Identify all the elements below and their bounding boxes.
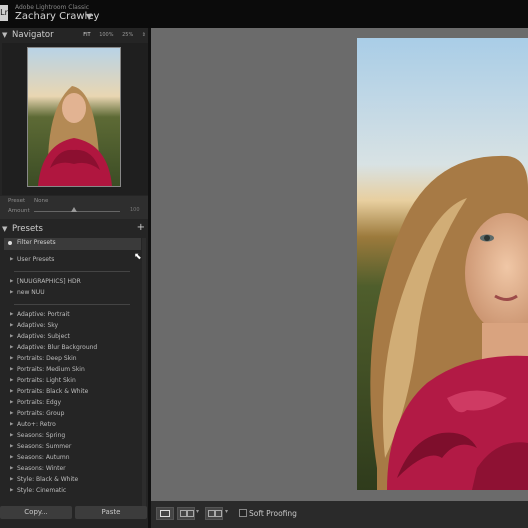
- zoom-more-icon[interactable]: ⇕: [142, 32, 146, 38]
- preset-value[interactable]: None: [34, 198, 48, 204]
- zoom-100[interactable]: 100%: [99, 32, 113, 38]
- bottom-toolbar: ▾ ▾ Soft Proofing: [151, 501, 528, 528]
- amount-slider-thumb[interactable]: [71, 207, 78, 212]
- disclosure-triangle-icon[interactable]: ▶: [10, 279, 13, 284]
- disclosure-triangle-icon[interactable]: ▶: [10, 433, 13, 438]
- disclosure-triangle-icon[interactable]: ▶: [10, 488, 13, 493]
- disclosure-triangle-icon[interactable]: ▶: [10, 400, 13, 405]
- zoom-fit[interactable]: FIT: [83, 32, 90, 38]
- disclosure-triangle-icon[interactable]: ▶: [10, 367, 13, 372]
- add-preset-icon[interactable]: +: [137, 222, 145, 233]
- filter-dot-icon: [8, 241, 12, 245]
- zoom-options: FIT 100% 25% ⇕: [76, 32, 146, 38]
- presets-list: Filter Presets ⬉ ▶ User Presets ▶ [NUUGR…: [0, 238, 148, 516]
- disclosure-triangle-icon[interactable]: ▶: [10, 334, 13, 339]
- disclosure-triangle-icon[interactable]: ▶: [10, 290, 13, 295]
- soft-proofing-label: Soft Proofing: [249, 509, 297, 518]
- presets-header[interactable]: ▼ Presets +: [0, 222, 148, 237]
- copy-button[interactable]: Copy...: [0, 506, 72, 519]
- copy-paste-bar: Copy... Paste: [0, 506, 148, 520]
- quick-preset-area: Preset None Amount 100: [0, 196, 148, 219]
- collapse-triangle-icon[interactable]: ▼: [2, 225, 7, 233]
- separator: [14, 271, 130, 272]
- navigator-title: Navigator: [12, 30, 54, 40]
- disclosure-triangle-icon[interactable]: ▶: [10, 312, 13, 317]
- identity-plate: Lr Adobe Lightroom Classic Zachary Crawl…: [0, 0, 528, 28]
- disclosure-triangle-icon[interactable]: ▶: [10, 411, 13, 416]
- left-panel: ▼ Navigator FIT 100% 25% ⇕ Preset None A…: [0, 28, 148, 528]
- compare-view-icon[interactable]: [177, 507, 195, 520]
- chevron-down-icon[interactable]: ▾: [225, 508, 228, 515]
- separator: [14, 304, 130, 305]
- filter-presets-row[interactable]: Filter Presets: [4, 238, 141, 250]
- zoom-25[interactable]: 25%: [122, 32, 133, 38]
- presets-scrollbar[interactable]: [142, 238, 146, 516]
- disclosure-triangle-icon[interactable]: ▶: [10, 257, 13, 262]
- navigator-thumbnail[interactable]: [27, 47, 121, 187]
- mouse-cursor-icon: ⬉: [134, 252, 142, 262]
- main-photo-image: [357, 38, 528, 490]
- amount-value[interactable]: 100: [130, 207, 140, 213]
- navigator-thumbnail-image: [28, 48, 120, 186]
- lightroom-logo-icon: Lr: [0, 5, 8, 21]
- chevron-down-icon[interactable]: ▾: [196, 508, 199, 515]
- disclosure-triangle-icon[interactable]: ▶: [10, 422, 13, 427]
- disclosure-triangle-icon[interactable]: ▶: [10, 444, 13, 449]
- navigator-preview[interactable]: [2, 43, 148, 195]
- disclosure-triangle-icon[interactable]: ▶: [10, 466, 13, 471]
- user-menu-caret-icon[interactable]: ▼: [86, 12, 92, 21]
- collapse-triangle-icon[interactable]: ▼: [2, 31, 7, 39]
- disclosure-triangle-icon[interactable]: ▶: [10, 477, 13, 482]
- preset-label: Preset: [8, 198, 26, 204]
- survey-view-icon[interactable]: [205, 507, 223, 520]
- disclosure-triangle-icon[interactable]: ▶: [10, 323, 13, 328]
- filter-presets-label: Filter Presets: [17, 239, 56, 246]
- amount-label: Amount: [8, 208, 30, 214]
- disclosure-triangle-icon[interactable]: ▶: [10, 378, 13, 383]
- app-name: Adobe Lightroom Classic: [15, 4, 90, 11]
- paste-button[interactable]: Paste: [75, 506, 147, 519]
- disclosure-triangle-icon[interactable]: ▶: [10, 389, 13, 394]
- loupe-view-icon[interactable]: [156, 507, 174, 520]
- loupe-viewer[interactable]: [151, 28, 528, 501]
- disclosure-triangle-icon[interactable]: ▶: [10, 356, 13, 361]
- main-photo[interactable]: [357, 38, 528, 490]
- disclosure-triangle-icon[interactable]: ▶: [10, 345, 13, 350]
- disclosure-triangle-icon[interactable]: ▶: [10, 455, 13, 460]
- presets-title: Presets: [12, 224, 43, 234]
- soft-proofing-checkbox[interactable]: [239, 509, 247, 517]
- navigator-header[interactable]: ▼ Navigator FIT 100% 25% ⇕: [0, 28, 148, 43]
